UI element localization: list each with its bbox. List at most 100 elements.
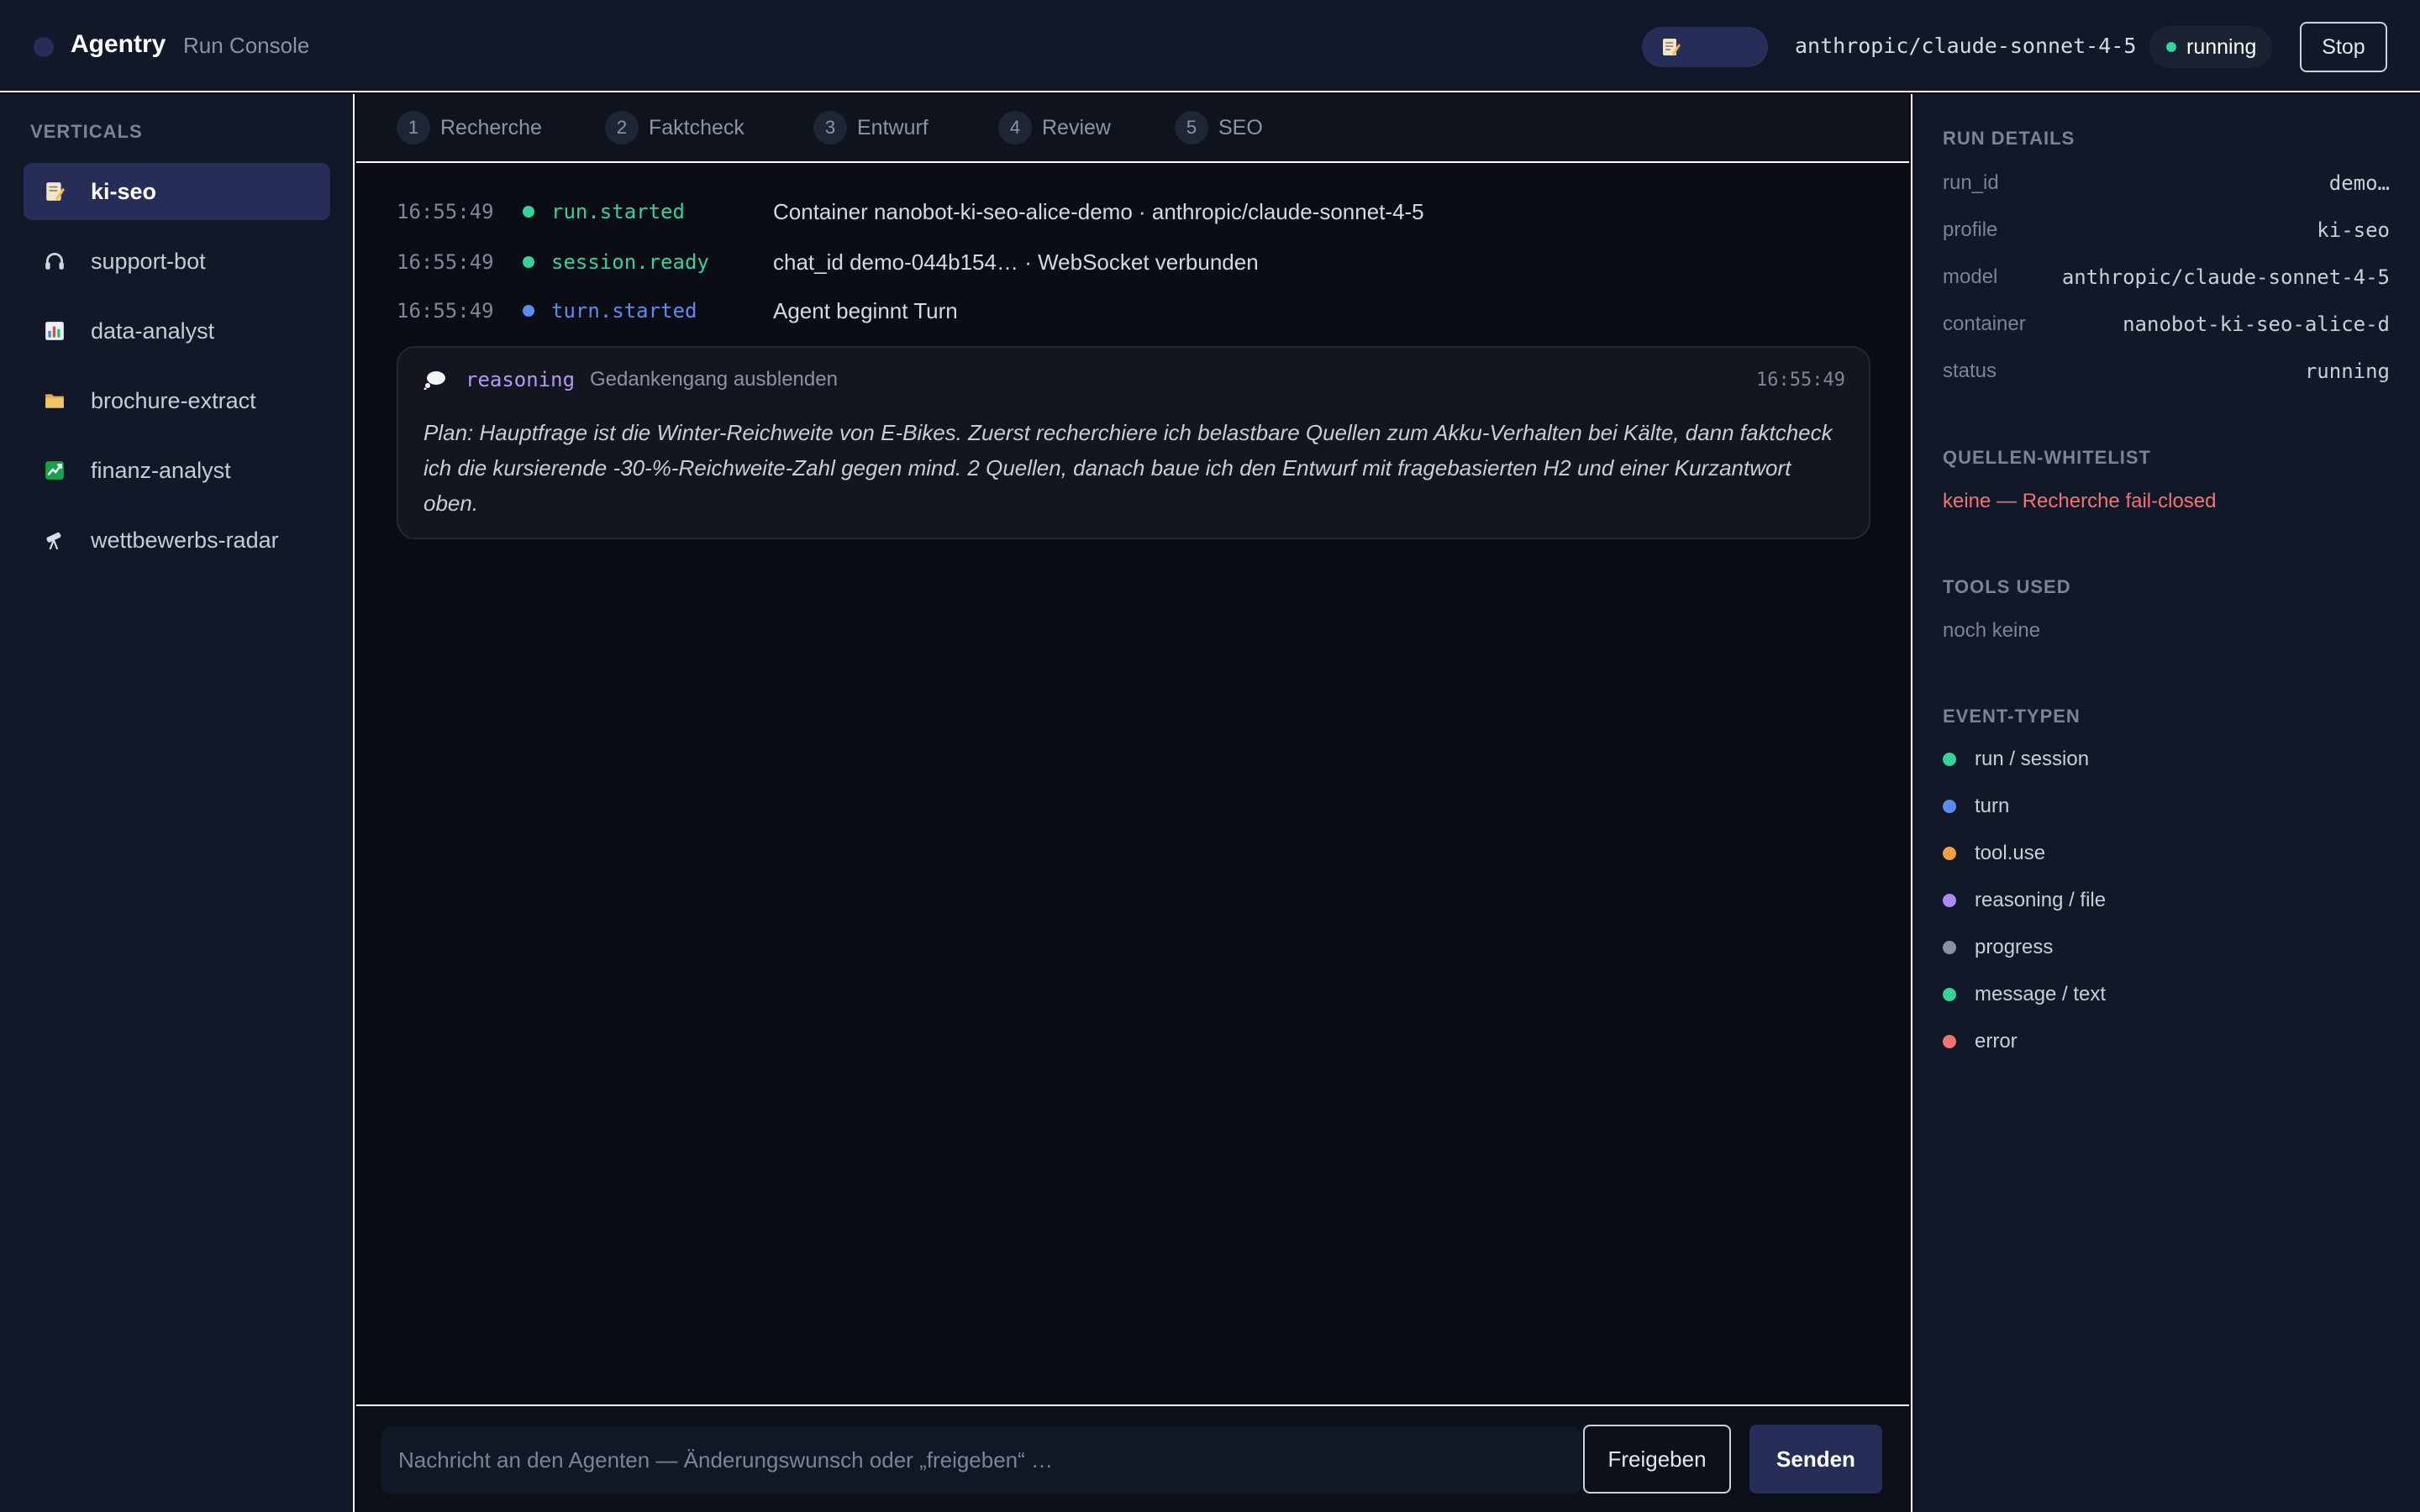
step-number: 3 — [813, 111, 847, 144]
detail-row-status: status running — [1943, 354, 2390, 388]
detail-row-profile: profile ki-seo — [1943, 213, 2390, 247]
message-input[interactable] — [381, 1426, 1581, 1494]
event-time: 16:55:49 — [397, 200, 494, 223]
telescope-icon — [46, 532, 61, 550]
legend-item: tool.use — [1943, 842, 2045, 865]
event-type: turn.started — [551, 299, 697, 323]
folder-icon — [45, 394, 64, 408]
status-dot-icon — [2166, 42, 2176, 52]
legend-label: turn — [1975, 795, 2010, 817]
detail-row-run-id: run_id demo… — [1943, 166, 2390, 200]
legend-item: progress — [1943, 936, 2053, 959]
event-types-heading: EVENT-TYPEN — [1943, 706, 2081, 727]
legend-dot-icon — [1943, 1035, 1956, 1048]
step-label: SEO — [1218, 115, 1263, 139]
detail-key: profile — [1943, 218, 1998, 241]
app-subtitle: Run Console — [183, 33, 310, 58]
sidebar-item-label: ki-seo — [91, 178, 157, 204]
send-button[interactable]: Senden — [1749, 1425, 1882, 1494]
event-message: Container nanobot-ki-seo-alice-demo · an… — [773, 198, 1424, 224]
reasoning-card: reasoning Gedankengang ausblenden 16:55:… — [397, 346, 1870, 539]
sidebar-heading: VERTICALS — [30, 121, 143, 142]
legend-item: message / text — [1943, 983, 2106, 1006]
whitelist-heading: QUELLEN-WHITELIST — [1943, 447, 2151, 468]
top-bar: Agentry Run Console anthropic/claude-son… — [0, 0, 2420, 92]
legend-item: run / session — [1943, 748, 2089, 771]
event-type: session.ready — [551, 250, 709, 274]
run-details-panel: RUN DETAILS run_id demo… profile ki-seo … — [1911, 94, 2420, 1512]
headphones-icon — [45, 252, 64, 270]
legend-dot-icon — [1943, 988, 1956, 1001]
brand-logo-icon — [34, 37, 54, 57]
reasoning-toggle-link[interactable]: Gedankengang ausblenden — [590, 368, 838, 391]
event-type: run.started — [551, 200, 685, 223]
step-number: 2 — [605, 111, 639, 144]
legend-dot-icon — [1943, 847, 1956, 860]
legend-label: reasoning / file — [1975, 889, 2107, 911]
event-dot-icon — [523, 206, 534, 218]
detail-value: demo… — [2328, 171, 2390, 195]
step-seo[interactable]: 5 SEO — [1175, 111, 1263, 144]
step-label: Recherche — [440, 115, 542, 139]
sidebar-item-data-analyst[interactable]: data-analyst — [24, 302, 330, 360]
event-dot-icon — [523, 256, 534, 268]
run-details-heading: RUN DETAILS — [1943, 128, 2075, 149]
whitelist-warning: keine — Recherche fail-closed — [1943, 490, 2217, 512]
detail-key: container — [1943, 312, 2026, 335]
legend-label: run / session — [1975, 748, 2090, 770]
status-text: running — [2186, 34, 2257, 59]
step-faktcheck[interactable]: 2 Faktcheck — [605, 111, 744, 144]
detail-value: running — [2304, 360, 2390, 383]
memo-icon — [46, 182, 65, 201]
active-vertical-pill[interactable] — [1642, 27, 1768, 67]
step-label: Faktcheck — [649, 115, 744, 139]
legend-dot-icon — [1943, 800, 1956, 813]
detail-row-model: model anthropic/claude-sonnet-4-5 — [1943, 260, 2390, 294]
legend-label: tool.use — [1975, 842, 2046, 864]
sidebar: VERTICALS ki-seo support-bot data-analys… — [0, 94, 355, 1512]
release-button[interactable]: Freigeben — [1583, 1425, 1731, 1494]
sidebar-item-label: brochure-extract — [91, 387, 256, 413]
event-dot-icon — [523, 305, 534, 317]
sidebar-item-support-bot[interactable]: support-bot — [24, 233, 330, 290]
detail-value: anthropic/claude-sonnet-4-5 — [2061, 265, 2390, 289]
detail-value: nanobot-ki-seo-alice-d — [2123, 312, 2390, 336]
reasoning-text: Plan: Hauptfrage ist die Winter-Reichwei… — [424, 420, 1833, 516]
sidebar-item-label: wettbewerbs-radar — [91, 527, 279, 553]
event-message: chat_id demo-044b154… · WebSocket verbun… — [773, 249, 1259, 275]
run-console: 1 Recherche 2 Faktcheck 3 Entwurf 4 Revi… — [356, 94, 1909, 1512]
legend-item: turn — [1943, 795, 2009, 818]
legend-item: reasoning / file — [1943, 889, 2106, 912]
sidebar-item-wettbewerbs-radar[interactable]: wettbewerbs-radar — [24, 512, 330, 569]
step-number: 1 — [397, 111, 430, 144]
legend-dot-icon — [1943, 894, 1956, 907]
legend-item: error — [1943, 1030, 2018, 1053]
thought-bubble-icon — [424, 371, 445, 390]
tools-heading: TOOLS USED — [1943, 576, 2071, 597]
legend-dot-icon — [1943, 941, 1956, 954]
step-label: Review — [1042, 115, 1111, 139]
legend-label: error — [1975, 1030, 2018, 1053]
step-number: 4 — [998, 111, 1032, 144]
detail-key: run_id — [1943, 171, 1999, 194]
stop-button[interactable]: Stop — [2300, 22, 2387, 72]
detail-row-container: container nanobot-ki-seo-alice-d — [1943, 307, 2390, 341]
pipeline-steps: 1 Recherche 2 Faktcheck 3 Entwurf 4 Revi… — [356, 94, 1909, 163]
memo-icon — [1663, 39, 1681, 55]
step-review[interactable]: 4 Review — [998, 111, 1111, 144]
step-recherche[interactable]: 1 Recherche — [397, 111, 542, 144]
sidebar-item-label: support-bot — [91, 248, 206, 274]
sidebar-item-ki-seo[interactable]: ki-seo — [24, 163, 330, 220]
sidebar-item-brochure-extract[interactable]: brochure-extract — [24, 372, 330, 429]
model-name: anthropic/claude-sonnet-4-5 — [1795, 34, 2137, 58]
sidebar-item-label: data-analyst — [91, 318, 215, 344]
tools-empty-text: noch keine — [1943, 619, 2041, 642]
bar-chart-icon — [45, 322, 64, 340]
detail-key: model — [1943, 265, 1998, 288]
app-name: Agentry — [71, 30, 166, 58]
sidebar-item-label: finanz-analyst — [91, 457, 231, 483]
detail-value: ki-seo — [2317, 218, 2390, 242]
step-entwurf[interactable]: 3 Entwurf — [813, 111, 929, 144]
legend-label: message / text — [1975, 983, 2107, 1005]
sidebar-item-finanz-analyst[interactable]: finanz-analyst — [24, 442, 330, 499]
